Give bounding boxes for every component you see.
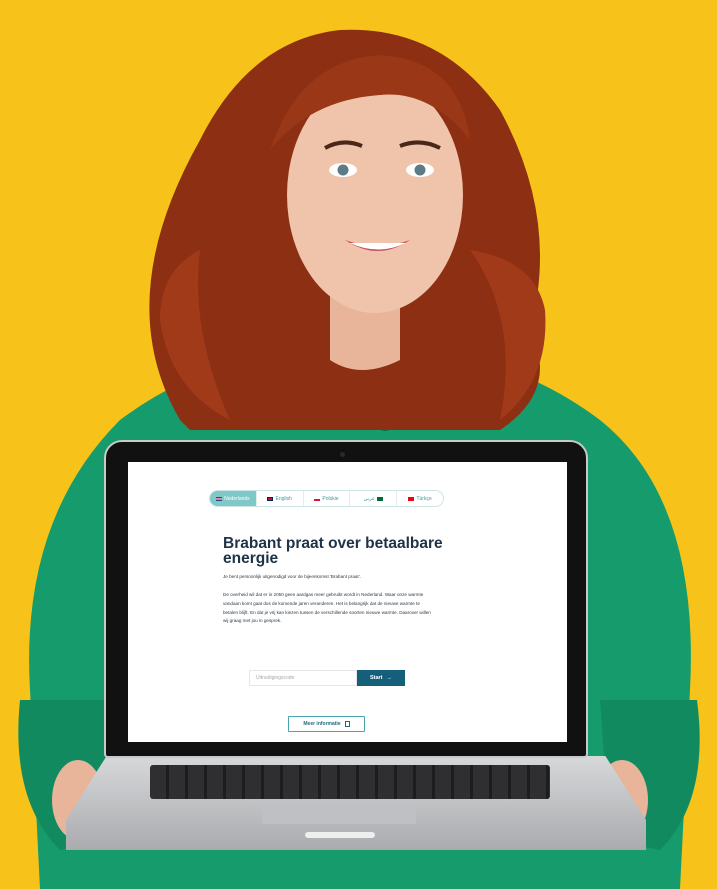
photo-scene: Nederlands English Polskie عربي Türkçe B…: [0, 0, 717, 889]
more-info-label: Meer informatie: [303, 721, 341, 727]
laptop-notch: [305, 832, 375, 838]
arrow-right-icon: →: [386, 675, 393, 681]
laptop-trackpad: [262, 806, 416, 824]
start-button-label: Start: [369, 675, 383, 681]
invitation-code-input[interactable]: [249, 670, 357, 686]
language-tab-pl[interactable]: Polskie: [304, 491, 351, 506]
document-icon: [344, 721, 350, 727]
laptop-keyboard: [150, 765, 550, 799]
flag-sa-icon: [376, 496, 383, 501]
language-label: Türkçe: [416, 495, 432, 502]
flag-tr-icon: [408, 496, 415, 501]
language-label: English: [275, 495, 292, 502]
language-tab-ar[interactable]: عربي: [350, 491, 398, 506]
language-label: Nederlands: [224, 495, 250, 502]
more-info-button[interactable]: Meer informatie: [288, 716, 365, 732]
language-tab-tr[interactable]: Türkçe: [397, 491, 443, 506]
flag-pl-icon: [314, 496, 321, 501]
intro-text: Je bent persoonlijk uitgenodigd voor de …: [223, 574, 361, 579]
flag-gb-icon: [267, 496, 274, 501]
flag-nl-icon: [216, 496, 223, 501]
laptop-screen: Nederlands English Polskie عربي Türkçe B…: [128, 462, 567, 742]
language-label: عربي: [363, 495, 375, 502]
start-button[interactable]: Start →: [357, 670, 405, 686]
language-tab-nl[interactable]: Nederlands: [210, 491, 257, 506]
language-label: Polskie: [322, 495, 339, 502]
webcam-icon: [340, 452, 345, 457]
language-switcher: Nederlands English Polskie عربي Türkçe: [209, 490, 444, 507]
language-tab-en[interactable]: English: [257, 491, 304, 506]
page-title: Brabant praat over betaalbare energie: [223, 535, 443, 567]
body-text: De overheid wil dat er in 2050 geen aard…: [223, 592, 431, 624]
